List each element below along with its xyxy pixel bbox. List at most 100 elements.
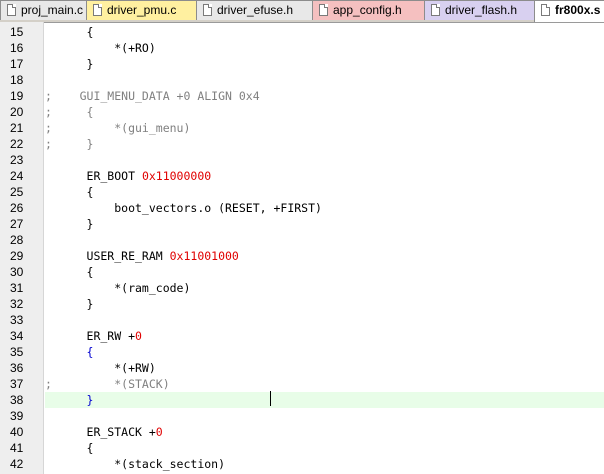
line-number: 33: [10, 313, 24, 327]
code-token-normal: *(stack_section): [45, 457, 226, 471]
code-line[interactable]: 27 }: [0, 216, 604, 232]
code-line[interactable]: 24 ER_BOOT 0x11000000: [0, 168, 604, 184]
tab-fr800x-s[interactable]: fr800x.s: [534, 0, 604, 22]
code-line-content: ; *(gui_menu): [45, 120, 604, 136]
tab-label: fr800x.s: [555, 3, 601, 17]
code-token-normal: *(ram_code): [45, 281, 191, 295]
code-line[interactable]: 18: [0, 72, 604, 88]
code-line[interactable]: 34 ER_RW +0: [0, 328, 604, 344]
code-token-number: 0x11001000: [169, 249, 239, 263]
tab-label: driver_flash.h: [445, 3, 518, 17]
line-number: 26: [10, 201, 24, 215]
code-line-content: *(+RO): [45, 40, 604, 56]
tab-driver-flash-h[interactable]: driver_flash.h: [424, 0, 536, 20]
line-number: 28: [10, 233, 24, 247]
line-number: 34: [10, 329, 24, 343]
tab-label: driver_efuse.h: [217, 3, 294, 17]
code-line[interactable]: 23: [0, 152, 604, 168]
code-line[interactable]: 35 {: [0, 344, 604, 360]
code-line[interactable]: 38 }: [0, 392, 604, 408]
line-number: 27: [10, 217, 24, 231]
line-number: 38: [10, 393, 24, 407]
code-line[interactable]: 33: [0, 312, 604, 328]
code-line-content: ; {: [45, 104, 604, 120]
code-line-content: *(ram_code): [45, 280, 604, 296]
code-token-normal: {: [45, 441, 94, 455]
code-token-comment: ; *(gui_menu): [45, 121, 191, 135]
line-number: 40: [10, 425, 24, 439]
code-line[interactable]: 21 ; *(gui_menu): [0, 120, 604, 136]
code-token-comment: ; }: [45, 137, 94, 151]
code-token-normal: {: [45, 185, 94, 199]
code-token-number: 0: [155, 425, 163, 439]
code-token-brace-blue: }: [45, 393, 94, 407]
code-line[interactable]: 32 }: [0, 296, 604, 312]
code-line[interactable]: 39: [0, 408, 604, 424]
code-line-content: ; }: [45, 136, 604, 152]
code-line-content: [45, 152, 604, 168]
code-line[interactable]: 25 {: [0, 184, 604, 200]
tab-driver-efuse-h[interactable]: driver_efuse.h: [196, 0, 314, 20]
line-number: 17: [10, 57, 24, 71]
code-line-content: [45, 232, 604, 248]
tab-app-config-h[interactable]: app_config.h: [312, 0, 426, 20]
code-line-content: [45, 72, 604, 88]
code-line[interactable]: 40 ER_STACK +0: [0, 424, 604, 440]
code-token-normal: {: [45, 265, 94, 279]
code-token-comment: ; GUI_MENU_DATA +0 ALIGN 0x4: [45, 89, 260, 103]
code-line-content: ER_STACK +0: [45, 424, 604, 440]
line-number: 16: [10, 41, 24, 55]
line-number: 31: [10, 281, 24, 295]
code-token-normal: ER_RW +: [45, 329, 136, 343]
code-line[interactable]: 41 {: [0, 440, 604, 456]
code-editor[interactable]: 15 {16 *(+RO) 17 } 18 19; GUI_MENU_DATA +0 …: [0, 22, 604, 474]
code-token-normal: ER_STACK +: [45, 425, 156, 439]
code-line-content: {: [45, 24, 604, 40]
code-line[interactable]: 20 ; {: [0, 104, 604, 120]
line-number: 41: [10, 441, 24, 455]
line-number: 21: [10, 121, 24, 135]
code-line[interactable]: 29 USER_RE_RAM 0x11001000: [0, 248, 604, 264]
line-number: 25: [10, 185, 24, 199]
line-number: 35: [10, 345, 24, 359]
line-number: 23: [10, 153, 24, 167]
code-line-content: {: [45, 440, 604, 456]
code-line[interactable]: 36 *(+RW): [0, 360, 604, 376]
file-icon: [431, 4, 440, 16]
code-line[interactable]: 19 ; GUI_MENU_DATA +0 ALIGN 0x4: [0, 88, 604, 104]
file-icon: [541, 4, 550, 16]
code-token-normal: }: [45, 217, 94, 231]
tab-label: app_config.h: [333, 3, 402, 17]
code-token-normal: *(+RW): [45, 361, 156, 375]
line-number: 30: [10, 265, 24, 279]
code-line[interactable]: 28: [0, 232, 604, 248]
tab-proj-main-c[interactable]: proj_main.c: [0, 0, 88, 20]
code-line[interactable]: 17 }: [0, 56, 604, 72]
code-token-normal: }: [45, 57, 94, 71]
code-line-content: ER_RW +0: [45, 328, 604, 344]
code-line-content: *(stack_section): [45, 456, 604, 472]
tab-driver-pmu-c[interactable]: driver_pmu.c: [86, 0, 198, 20]
code-token-normal: *(+RO): [45, 41, 156, 55]
line-number: 36: [10, 361, 24, 375]
file-icon: [7, 4, 16, 16]
text-caret: [270, 391, 271, 406]
code-token-comment: ; *(STACK): [45, 377, 170, 391]
line-number: 29: [10, 249, 24, 263]
code-line[interactable]: 22 ; }: [0, 136, 604, 152]
code-line[interactable]: 26 boot_vectors.o (RESET, +FIRST): [0, 200, 604, 216]
code-line[interactable]: 15 {: [0, 24, 604, 40]
line-number: 18: [10, 73, 24, 87]
editor-tab-bar: proj_main.c driver_pmu.c driver_efuse.h app…: [0, 0, 604, 23]
code-line-content: boot_vectors.o (RESET, +FIRST): [45, 200, 604, 216]
code-line[interactable]: 31 *(ram_code): [0, 280, 604, 296]
code-line[interactable]: 30 {: [0, 264, 604, 280]
code-line[interactable]: 42 *(stack_section): [0, 456, 604, 472]
code-line[interactable]: 37 ; *(STACK): [0, 376, 604, 392]
code-line-content: {: [45, 184, 604, 200]
code-line-content: [45, 312, 604, 328]
code-line-content: ; *(STACK): [45, 376, 604, 392]
tab-label: proj_main.c: [21, 3, 84, 17]
code-line[interactable]: 16 *(+RO): [0, 40, 604, 56]
line-number: 24: [10, 169, 24, 183]
